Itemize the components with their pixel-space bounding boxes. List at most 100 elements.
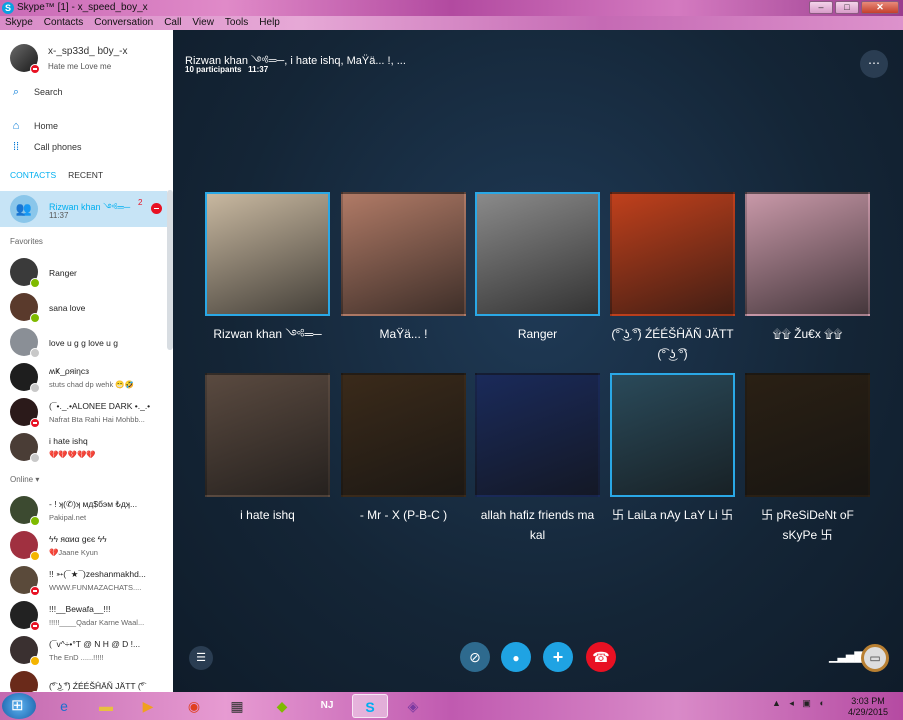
contact-name: Ranger: [49, 268, 77, 278]
online-header[interactable]: Online ▾: [10, 475, 39, 484]
window-controls: – □ ✕: [809, 1, 899, 14]
dnd-status-icon: [30, 586, 40, 596]
system-tray[interactable]: ▲ ◂ ▣ ◐: [772, 698, 828, 709]
clock[interactable]: 3:03 PM 4/29/2015: [844, 696, 892, 718]
participant-name: - Mr - X (P-B-C ): [359, 508, 448, 522]
tiger-photo[interactable]: [610, 192, 735, 316]
crack-logo[interactable]: [610, 373, 735, 497]
menu-view[interactable]: View: [187, 16, 220, 30]
ie-icon[interactable]: e: [46, 694, 82, 718]
participant-name: Ranger: [517, 327, 558, 341]
menu-contacts[interactable]: Contacts: [39, 16, 89, 30]
maximize-button[interactable]: □: [835, 1, 859, 14]
participant-name: ۩۩ Žu€x ۩۩: [772, 327, 843, 341]
contact-tabs: CONTACTS RECENT: [10, 170, 103, 180]
search-row[interactable]: ⌕ Search: [10, 86, 63, 98]
participant-name: i hate ishq: [240, 508, 295, 522]
favorites-contact-item[interactable]: ʍҜ_ρяiηcз stuts chad dp wehk 😁🤣: [10, 363, 165, 393]
participant-name: allah hafiz friends ma kal: [480, 508, 595, 542]
participant-count: 10 participants: [185, 65, 242, 74]
participant-name: 卐 LaiLa nAy LaY Li 卐: [612, 508, 733, 522]
start-button[interactable]: [2, 693, 36, 719]
woman-photo[interactable]: [341, 192, 466, 316]
man-photo[interactable]: [745, 192, 870, 316]
dialpad-icon: ⁞⁞: [12, 141, 20, 153]
avatar: [10, 258, 40, 288]
active-conversation-item[interactable]: 👥 Rizwan khan ༺═─ 11:37 2: [0, 191, 167, 227]
avatar[interactable]: [10, 44, 40, 74]
profile-mood: Hate me Love me: [48, 62, 112, 71]
online-contact-item[interactable]: - ! ʞ(✆)ʞ мд$бэм ₺дʞ... Pakipal.net: [10, 496, 165, 526]
favorites-contact-item[interactable]: love u g g love u g: [10, 328, 165, 358]
tab-recent[interactable]: RECENT: [68, 170, 103, 180]
media-player-icon[interactable]: ▶: [130, 694, 166, 718]
explorer-icon[interactable]: ▬: [88, 694, 124, 718]
contact-mood: stuts chad dp wehk 😁🤣: [49, 380, 134, 389]
contact-mood: The EnD ......!!!!!: [49, 653, 104, 662]
dnd-status-icon: [30, 64, 40, 74]
nav-home[interactable]: ⌂ Home: [10, 120, 58, 132]
avatar: [10, 671, 40, 692]
contact-mood: WWW.FUNMAZACHATS....: [49, 583, 142, 592]
menu-conversation[interactable]: Conversation: [89, 16, 159, 30]
menu-call[interactable]: Call: [159, 16, 187, 30]
online-contact-item[interactable]: !!!__Bewafa__!!! !!!!!____Qadar Karne Waa…: [10, 601, 165, 631]
chat-button[interactable]: ▭: [861, 644, 889, 672]
menu-skype[interactable]: Skype: [0, 16, 39, 30]
video-off-icon: ⊘: [469, 649, 481, 665]
home-label: Home: [34, 121, 59, 131]
online-contact-item[interactable]: ϟϟ яαиα gєє ϟϟ 💔Jaane Kyun: [10, 531, 165, 561]
clock-time: 3:03 PM: [851, 696, 885, 706]
man-hat-photo[interactable]: [475, 192, 600, 316]
favorites-contact-item[interactable]: (¯•._.•ALONEE DARK •._.• Nafrat Bta Rahi …: [10, 398, 165, 428]
online-contact-item[interactable]: (¯v^÷•°T @ N H @ D !... The EnD ......!!!…: [10, 636, 165, 666]
avatar: [10, 601, 40, 631]
skype-taskbar-icon[interactable]: S: [352, 694, 388, 718]
conversation-time: 11:37: [49, 211, 69, 220]
more-options-button[interactable]: ⋯: [860, 50, 888, 78]
contact-name: i hate ishq: [49, 436, 88, 446]
avatar: [10, 636, 40, 666]
contact-name: (¯•._.•ALONEE DARK •._.•: [49, 401, 151, 411]
gunman-photo[interactable]: [341, 373, 466, 497]
microphone-button[interactable]: ●: [501, 642, 531, 672]
title-bar: S Skype™ [1] - x_speed_boy_x – □ ✕: [0, 0, 903, 16]
online-contact-item[interactable]: !! ➳(¯★¯)zeshanmakhd... WWW.FUNMAZACHATS.…: [10, 566, 165, 596]
avatar: [10, 496, 40, 526]
favorites-contact-item[interactable]: i hate ishq 💔💔💔💔💔: [10, 433, 165, 463]
avatar: [10, 363, 40, 393]
dancer-photo[interactable]: [475, 373, 600, 497]
chrome-icon[interactable]: ◉: [176, 694, 212, 718]
app-grid-icon[interactable]: ▦: [219, 694, 255, 718]
menu-help[interactable]: Help: [254, 16, 286, 30]
minimize-button[interactable]: –: [809, 1, 833, 14]
profile[interactable]: x-_sp33d_ b0y_-x Hate me Love me: [10, 44, 128, 74]
skype-icon: S: [2, 2, 14, 14]
app-green-icon[interactable]: ◆: [264, 694, 300, 718]
menu-tools[interactable]: Tools: [220, 16, 254, 30]
participant-name: MaŸä... !: [379, 327, 428, 341]
offline-status-icon: [30, 383, 40, 393]
participant-list-button[interactable]: ☰: [189, 646, 213, 670]
avatar: [10, 433, 40, 463]
app-purple-icon[interactable]: ◈: [395, 694, 431, 718]
online-contact-item[interactable]: (͡° ͜ʖ ͡°) ŹÉÉŠĤÄÑ JÄTT (͡°: [10, 671, 165, 692]
away-status-icon: [30, 551, 40, 561]
end-call-button[interactable]: ☎: [586, 642, 616, 672]
avatar: [10, 398, 40, 428]
person-standing-photo[interactable]: [205, 192, 330, 316]
arm-photo[interactable]: [205, 373, 330, 497]
search-label: Search: [34, 87, 63, 97]
dnd-status-icon: [30, 418, 40, 428]
nj-icon[interactable]: NJ: [309, 694, 345, 718]
dark-room-photo[interactable]: [745, 373, 870, 497]
favorites-contact-item[interactable]: Ranger: [10, 258, 165, 288]
sidebar: x-_sp33d_ b0y_-x Hate me Love me ⌕ Searc…: [0, 30, 173, 692]
add-participant-button[interactable]: +: [543, 642, 573, 672]
contact-name: ϟϟ яαиα gєє ϟϟ: [49, 534, 107, 544]
nav-call-phones[interactable]: ⁞⁞ Call phones: [10, 141, 82, 153]
video-off-button[interactable]: ⊘: [460, 642, 490, 672]
tab-contacts[interactable]: CONTACTS: [10, 170, 56, 180]
favorites-contact-item[interactable]: sana love: [10, 293, 165, 323]
close-button[interactable]: ✕: [861, 1, 899, 14]
